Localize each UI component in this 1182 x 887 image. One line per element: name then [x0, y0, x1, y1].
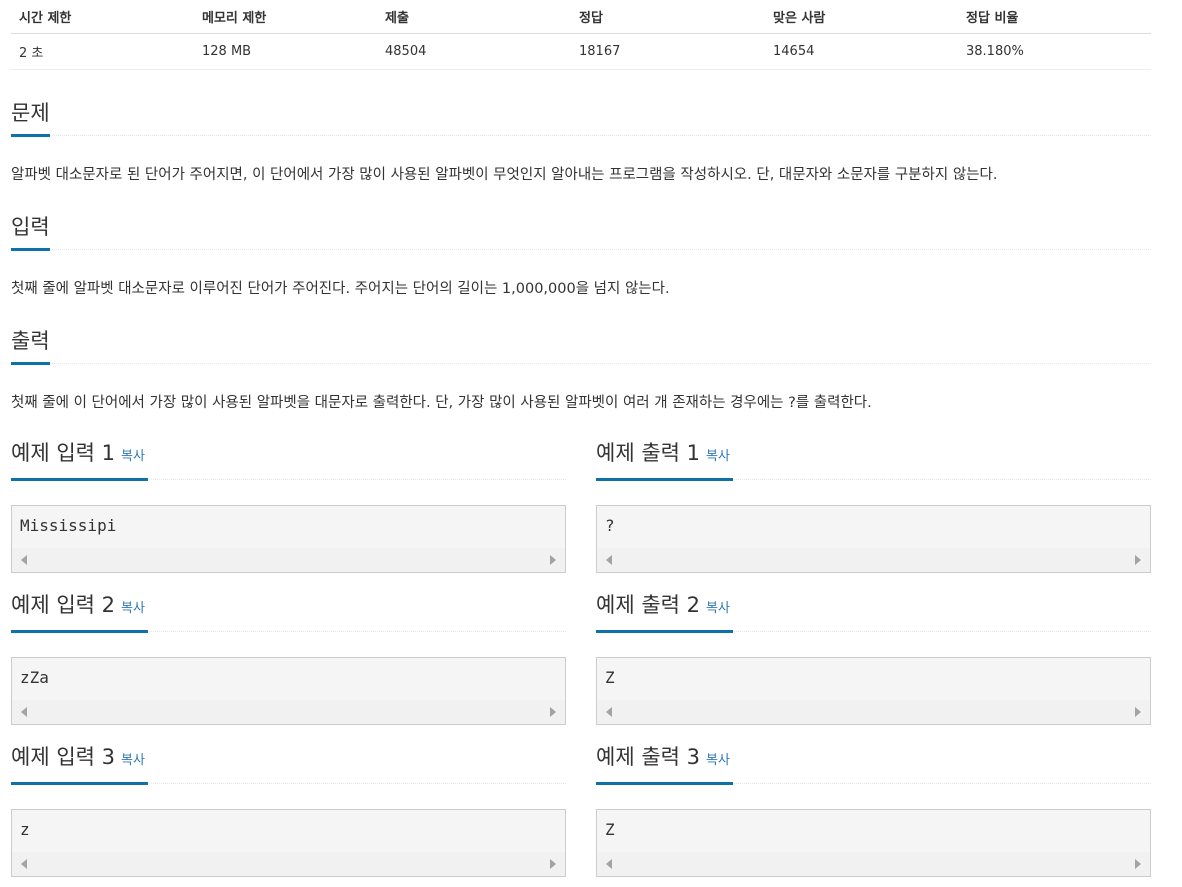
header-memory-limit: 메모리 제한	[202, 11, 267, 26]
sample-input-3-title-text: 예제 입력 3	[11, 745, 115, 769]
scroll-right-icon[interactable]	[550, 859, 556, 869]
horizontal-scrollbar[interactable]	[597, 548, 1150, 572]
sample-output-2-text: Z	[605, 668, 615, 687]
sample-input-3-text: z	[20, 820, 30, 839]
sample-input-1-title: 예제 입력 1 복사	[11, 439, 148, 481]
value-time-limit: 2 초	[19, 46, 44, 61]
value-memory-limit: 128 MB	[202, 44, 252, 59]
output-title: 출력	[11, 327, 50, 365]
problem-info-table: 시간 제한 메모리 제한 제출 정답 맞은 사람 정답 비율 2 초 128 M…	[11, 0, 1151, 70]
copy-button[interactable]: 복사	[706, 753, 730, 768]
header-accepted: 정답	[579, 11, 603, 26]
sample-input-2-title-text: 예제 입력 2	[11, 593, 115, 617]
horizontal-scrollbar[interactable]	[12, 548, 565, 572]
sample-output-3-header: 예제 출력 3 복사	[596, 743, 1151, 785]
header-submissions: 제출	[385, 11, 409, 26]
sample-output-3: 예제 출력 3 복사 Z	[596, 743, 1151, 877]
sample-output-2-header: 예제 출력 2 복사	[596, 591, 1151, 633]
scroll-left-icon[interactable]	[606, 555, 612, 565]
sample-input-1-box[interactable]: Mississipi	[11, 505, 566, 573]
horizontal-scrollbar[interactable]	[597, 852, 1150, 876]
header-time-limit: 시간 제한	[19, 11, 72, 26]
sample-output-3-title-text: 예제 출력 3	[596, 745, 700, 769]
scroll-left-icon[interactable]	[21, 555, 27, 565]
scroll-right-icon[interactable]	[550, 707, 556, 717]
problem-description: 알파벳 대소문자로 된 단어가 주어지면, 이 단어에서 가장 많이 사용된 알…	[11, 167, 998, 183]
sample-output-1-box[interactable]: ?	[596, 505, 1151, 573]
sample-output-3-box[interactable]: Z	[596, 809, 1151, 877]
sample-input-3-box[interactable]: z	[11, 809, 566, 877]
value-ratio: 38.180%	[966, 44, 1024, 59]
sample-output-3-title: 예제 출력 3 복사	[596, 743, 733, 785]
problem-headline-bar: 문제	[11, 98, 1151, 137]
sample-output-1-title-text: 예제 출력 1	[596, 441, 700, 465]
horizontal-scrollbar[interactable]	[597, 700, 1150, 724]
copy-button[interactable]: 복사	[121, 449, 145, 464]
horizontal-scrollbar[interactable]	[12, 700, 565, 724]
table-row: 2 초 128 MB 48504 18167 14654 38.180%	[11, 34, 1151, 70]
scroll-right-icon[interactable]	[1135, 555, 1141, 565]
sample-output-2-title: 예제 출력 2 복사	[596, 591, 733, 633]
copy-button[interactable]: 복사	[706, 601, 730, 616]
scroll-right-icon[interactable]	[1135, 859, 1141, 869]
sample-input-1-title-text: 예제 입력 1	[11, 441, 115, 465]
sample-output-2-title-text: 예제 출력 2	[596, 593, 700, 617]
table-header-row: 시간 제한 메모리 제한 제출 정답 맞은 사람 정답 비율	[11, 0, 1151, 34]
scroll-left-icon[interactable]	[606, 707, 612, 717]
scroll-right-icon[interactable]	[1135, 707, 1141, 717]
sample-output-3-text: Z	[605, 820, 615, 839]
output-headline-bar: 출력	[11, 326, 1151, 365]
problem-section: 문제 알파벳 대소문자로 된 단어가 주어지면, 이 단어에서 가장 많이 사용…	[11, 98, 1151, 186]
sample-output-1-title: 예제 출력 1 복사	[596, 439, 733, 481]
value-submissions: 48504	[385, 44, 427, 59]
sample-input-2-box[interactable]: zZa	[11, 657, 566, 725]
value-accepted: 18167	[579, 44, 621, 59]
value-solvers: 14654	[773, 44, 815, 59]
sample-input-2: 예제 입력 2 복사 zZa	[11, 591, 566, 725]
input-description: 첫째 줄에 알파벳 대소문자로 이루어진 단어가 주어진다. 주어지는 단어의 …	[11, 281, 670, 297]
sample-output-2-box[interactable]: Z	[596, 657, 1151, 725]
sample-output-2: 예제 출력 2 복사 Z	[596, 591, 1151, 725]
sample-input-3-header: 예제 입력 3 복사	[11, 743, 566, 785]
copy-button[interactable]: 복사	[121, 601, 145, 616]
input-headline-bar: 입력	[11, 212, 1151, 251]
sample-input-3: 예제 입력 3 복사 z	[11, 743, 566, 877]
output-description: 첫째 줄에 이 단어에서 가장 많이 사용된 알파벳을 대문자로 출력한다. 단…	[11, 395, 872, 411]
sample-input-2-title: 예제 입력 2 복사	[11, 591, 148, 633]
sample-input-2-header: 예제 입력 2 복사	[11, 591, 566, 633]
sample-input-1: 예제 입력 1 복사 Mississipi	[11, 439, 566, 573]
sample-input-3-title: 예제 입력 3 복사	[11, 743, 148, 785]
sample-output-1-text: ?	[605, 516, 615, 535]
header-solvers: 맞은 사람	[773, 11, 826, 26]
sample-output-1-header: 예제 출력 1 복사	[596, 439, 1151, 481]
sample-input-1-text: Mississipi	[20, 516, 117, 535]
sample-input-2-text: zZa	[20, 668, 49, 687]
header-ratio: 정답 비율	[966, 11, 1019, 26]
sample-output-1: 예제 출력 1 복사 ?	[596, 439, 1151, 573]
input-section: 입력 첫째 줄에 알파벳 대소문자로 이루어진 단어가 주어진다. 주어지는 단…	[11, 212, 1151, 300]
output-section: 출력 첫째 줄에 이 단어에서 가장 많이 사용된 알파벳을 대문자로 출력한다…	[11, 326, 1151, 414]
copy-button[interactable]: 복사	[706, 449, 730, 464]
input-title: 입력	[11, 213, 50, 251]
problem-title: 문제	[11, 99, 50, 137]
horizontal-scrollbar[interactable]	[12, 852, 565, 876]
scroll-left-icon[interactable]	[21, 707, 27, 717]
scroll-left-icon[interactable]	[606, 859, 612, 869]
sample-input-1-header: 예제 입력 1 복사	[11, 439, 566, 481]
copy-button[interactable]: 복사	[121, 753, 145, 768]
scroll-left-icon[interactable]	[21, 859, 27, 869]
scroll-right-icon[interactable]	[550, 555, 556, 565]
